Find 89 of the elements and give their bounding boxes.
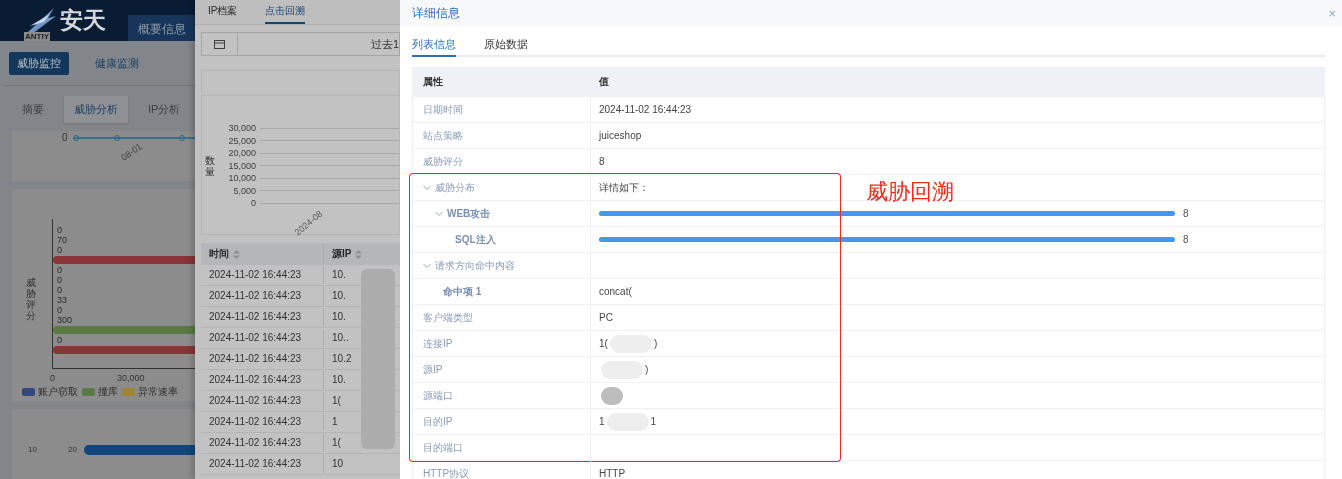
level-reading: 8	[1183, 208, 1189, 219]
tab[interactable]: 列表信息	[412, 33, 456, 57]
legend-label: 账户窃取	[38, 385, 78, 399]
table-cell-text: 2024-11-02 16:44:23	[208, 289, 303, 303]
table-cell-text: 2024-11-02 16:44:23	[208, 394, 303, 408]
axis-tick: 20,000	[227, 148, 257, 159]
column-header: 属性	[413, 68, 591, 96]
property-label: 源IP	[423, 362, 443, 377]
property-value: HTTP	[599, 468, 626, 479]
table-cell-text: 2024-11-02 16:44:23	[208, 310, 303, 324]
data-label: 0	[56, 265, 63, 275]
axis-tick: 0	[62, 132, 68, 143]
property-label: 命中项 1	[443, 284, 482, 299]
property-value: )	[653, 338, 658, 349]
caret-icon[interactable]	[423, 262, 431, 269]
property-value: )	[645, 364, 649, 375]
property-value: 详情如下：	[599, 180, 649, 195]
property-value: PC	[599, 312, 613, 323]
property-label: 客户端类型	[423, 310, 473, 325]
axis-tick: 10	[28, 445, 37, 454]
column-header[interactable]: 时间	[209, 247, 229, 261]
property-label: 连接IP	[423, 336, 453, 351]
axis-tick: 10,000	[227, 173, 257, 184]
sort-icon[interactable]	[355, 249, 363, 259]
column-header[interactable]: 源IP	[332, 247, 352, 261]
data-label: 0	[56, 225, 63, 235]
tab[interactable]: 原始数据	[484, 33, 528, 57]
data-label: 33	[56, 295, 68, 305]
sub-tab[interactable]: 威胁分析	[64, 96, 128, 123]
drawer-title: 详细信息	[412, 5, 460, 22]
property-label: HTTP协议	[423, 466, 470, 479]
data-label: 0	[56, 335, 63, 345]
axis-tick: 25,000	[227, 135, 257, 146]
redaction-blur	[601, 386, 623, 405]
property-label: 威胁分布	[435, 180, 475, 195]
column-header: 值	[598, 75, 610, 89]
property-label: 站点策略	[423, 128, 463, 143]
sub-tab[interactable]: 摘要	[12, 96, 54, 123]
legend-label: 撞库	[98, 385, 118, 399]
property-value: juiceshop	[599, 130, 642, 141]
annotation-text: 威胁回溯	[866, 178, 954, 206]
caret-icon[interactable]	[435, 210, 443, 217]
axis-tick: 20	[68, 445, 77, 454]
legend-label: 异常速率	[138, 385, 178, 399]
axis-tick: 5,000	[232, 185, 257, 196]
data-label: 300	[56, 315, 74, 325]
axis-title: 威胁评分	[26, 277, 36, 321]
tab[interactable]: 点击回溯	[265, 0, 306, 24]
table-cell-text: 2024-11-02 16:44:23	[208, 373, 303, 387]
property-label: SQL注入	[455, 232, 496, 247]
property-value: 8	[599, 156, 605, 167]
property-value: concat(	[599, 286, 632, 297]
table-cell-text: 2024-11-02 16:44:23	[208, 436, 303, 450]
table-cell-text: 2024-11-02 16:44:23	[208, 268, 303, 282]
logo-subtitle: ANTIY	[24, 32, 50, 41]
data-label: 0	[56, 275, 63, 285]
data-label: 70	[56, 235, 68, 245]
property-label: 威胁评分	[423, 154, 463, 169]
axis-tick: 30,000	[227, 123, 257, 134]
table-cell-text: 2024-11-02 16:44:23	[208, 457, 303, 471]
property-label: 目的IP	[423, 414, 453, 429]
table-cell-text: 2024-11-02 16:44:23	[208, 415, 303, 429]
property-label: 日期时间	[423, 102, 463, 117]
property-value: 1	[599, 416, 605, 427]
axis-tick: 0	[50, 373, 55, 383]
logo-text: 安天	[60, 6, 106, 35]
data-label: 0	[56, 245, 63, 255]
caret-icon[interactable]	[423, 184, 431, 191]
nav-button[interactable]: 威胁监控	[9, 52, 69, 75]
table-cell-text: 2024-11-02 16:44:23	[208, 352, 303, 366]
property-value: 1(	[599, 338, 608, 349]
data-label: 0	[56, 305, 63, 315]
sort-icon[interactable]	[233, 249, 240, 259]
nav-button[interactable]: 健康监测	[87, 52, 147, 75]
property-label: 目的端口	[423, 440, 463, 455]
property-value: 1	[650, 416, 657, 427]
property-label: 源端口	[423, 388, 453, 403]
axis-tick: 0	[250, 198, 257, 209]
table-cell-text: 2024-11-02 16:44:23	[208, 331, 303, 345]
axis-tick: 15,000	[227, 160, 257, 171]
property-value: 2024-11-02 16:44:23	[599, 104, 692, 115]
data-label: 0	[56, 285, 63, 295]
header-tab[interactable]: 概要信息	[128, 15, 195, 41]
axis-title: 数量	[205, 154, 215, 177]
property-label: WEB攻击	[447, 206, 491, 221]
property-label: 请求方向命中内容	[435, 258, 515, 273]
level-reading: 8	[1183, 234, 1189, 245]
tab[interactable]: IP档案	[208, 0, 238, 24]
axis-tick: 30,000	[117, 373, 145, 383]
